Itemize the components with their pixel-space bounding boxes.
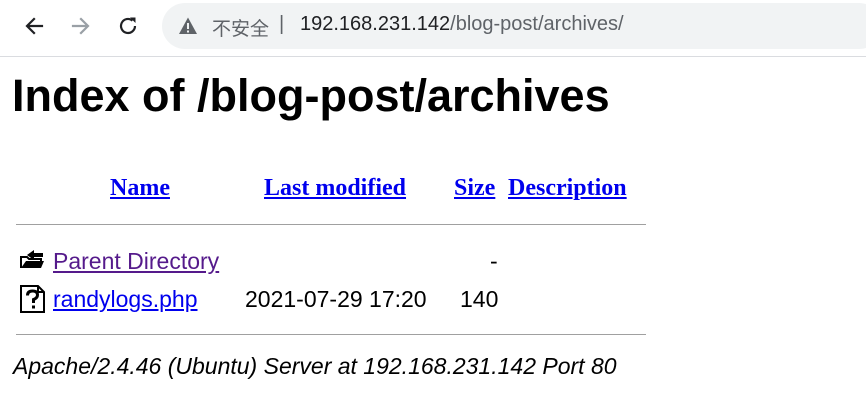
address-bar[interactable]: 不安全 | 192.168.231.142/blog-post/archives… <box>162 3 866 49</box>
security-status[interactable]: 不安全 <box>212 14 269 41</box>
server-signature: Apache/2.4.46 (Ubuntu) Server at 192.168… <box>13 353 617 379</box>
url-text[interactable]: 192.168.231.142/blog-post/archives/ <box>300 13 624 36</box>
arrow-left-icon <box>25 17 44 35</box>
row-size: - <box>490 248 498 274</box>
arrow-right-icon <box>71 17 90 35</box>
back-button[interactable] <box>19 11 49 41</box>
column-header-size[interactable]: Size <box>454 175 495 202</box>
browser-toolbar: 不安全 | 192.168.231.142/blog-post/archives… <box>0 0 866 57</box>
parent-directory-link[interactable]: Parent Directory <box>53 248 219 275</box>
warning-icon <box>179 17 197 34</box>
unknown-file-icon <box>20 285 45 313</box>
forward-button[interactable] <box>66 11 96 41</box>
url-host: 192.168.231.142 <box>300 13 451 35</box>
file-link-randylogs[interactable]: randylogs.php <box>53 286 198 313</box>
column-header-name[interactable]: Name <box>110 175 170 202</box>
back-folder-icon <box>20 250 44 268</box>
header-divider <box>16 224 646 225</box>
column-header-description[interactable]: Description <box>508 175 627 202</box>
page-title: Index of /blog-post/archives <box>12 70 610 121</box>
url-path: /blog-post/archives/ <box>450 13 624 35</box>
reload-icon <box>119 17 137 35</box>
column-header-last-modified[interactable]: Last modified <box>264 175 406 202</box>
url-separator: | <box>279 13 285 35</box>
footer-divider <box>16 334 646 335</box>
row-last-modified: 2021-07-29 17:20 <box>245 286 427 312</box>
reload-button[interactable] <box>113 11 143 41</box>
row-size: 140 <box>460 286 499 312</box>
